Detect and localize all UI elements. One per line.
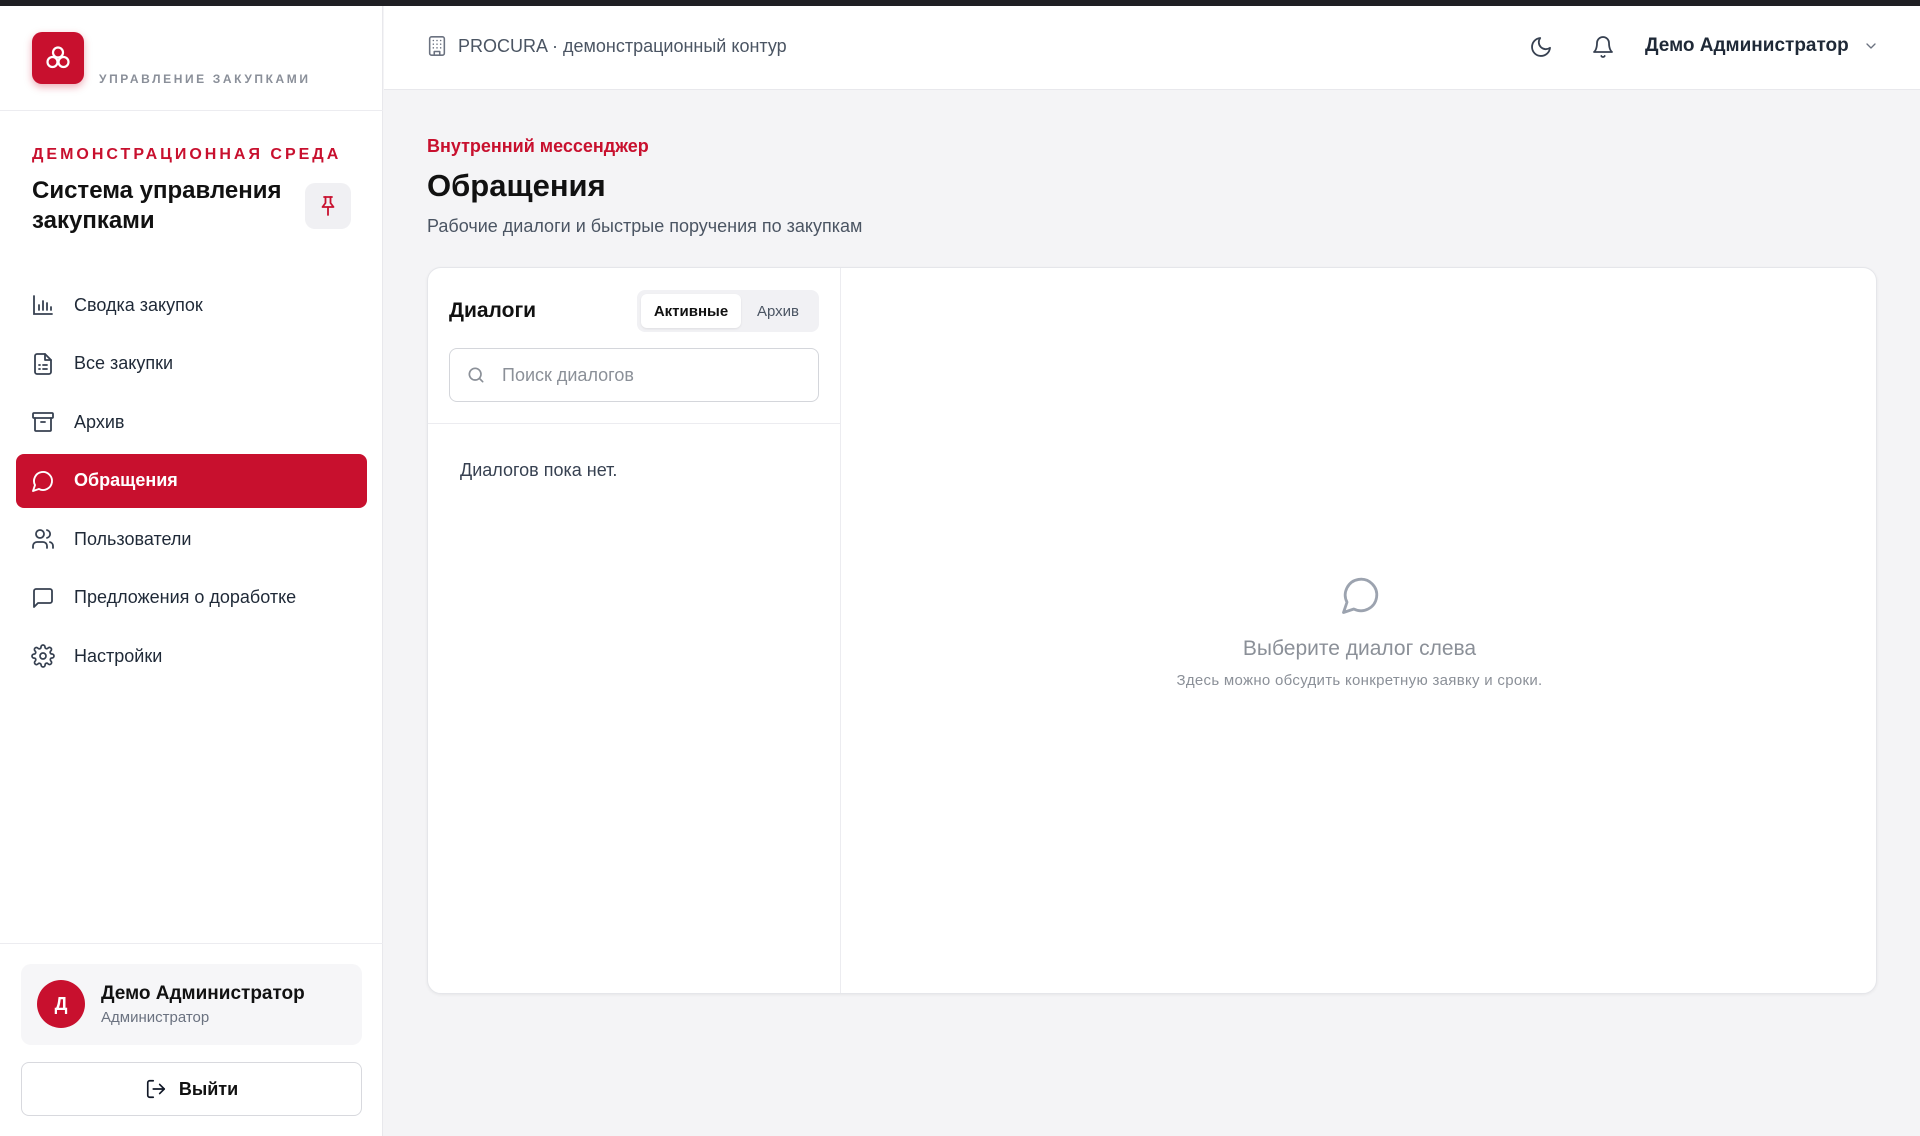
chat-bubble-icon xyxy=(1340,574,1382,616)
empty-state-title: Выберите диалог слева xyxy=(1242,637,1477,660)
sidebar-item-label: Обращения xyxy=(74,470,178,490)
sidebar-item-label: Настройки xyxy=(74,645,163,666)
tab-archive[interactable]: Архив xyxy=(741,294,815,328)
sidebar-item-settings[interactable]: Настройки xyxy=(16,629,367,683)
dialogs-filter-tabs: Активные Архив xyxy=(637,290,819,332)
sidebar-item-archive[interactable]: Архив xyxy=(16,395,367,449)
sidebar: УПРАВЛЕНИЕ ЗАКУПКАМИ ДЕМОНСТРАЦИОННАЯ СР… xyxy=(0,6,383,1136)
chevron-down-icon xyxy=(1863,38,1879,54)
sidebar-footer: Д Демо Администратор Администратор Выйти xyxy=(0,943,383,1136)
empty-state-hint: Здесь можно обсудить конкретную заявку и… xyxy=(1176,672,1543,689)
user-card: Д Демо Администратор Администратор xyxy=(21,964,362,1045)
brand-subtitle: УПРАВЛЕНИЕ ЗАКУПКАМИ xyxy=(99,72,311,86)
page-subtitle: Рабочие диалоги и быстрые поручения по з… xyxy=(427,216,863,236)
building-icon xyxy=(426,35,448,57)
page-title: Обращения xyxy=(427,168,606,203)
context-breadcrumb: PROCURA · демонстрационный контур xyxy=(426,35,787,57)
users-icon xyxy=(30,526,56,552)
environment-label: ДЕМОНСТРАЦИОННАЯ СРЕДА xyxy=(32,146,342,163)
bell-icon xyxy=(1593,36,1613,58)
gear-icon xyxy=(30,643,56,669)
pin-sidebar-button[interactable] xyxy=(305,183,351,229)
document-list-icon xyxy=(30,351,56,377)
archive-icon xyxy=(30,409,56,435)
logout-label: Выйти xyxy=(178,1078,239,1099)
sidebar-item-requests[interactable]: Обращения xyxy=(16,453,367,508)
bar-chart-icon xyxy=(30,292,56,318)
sidebar-item-label: Сводка закупок xyxy=(74,294,203,315)
sidebar-item-label: Пользователи xyxy=(74,528,192,549)
dialogs-title: Диалоги xyxy=(449,299,537,322)
top-header: PROCURA · демонстрационный контур Демо А… xyxy=(384,6,1920,90)
system-title: Система управления закупками xyxy=(32,177,282,234)
sidebar-item-users[interactable]: Пользователи xyxy=(16,512,367,566)
dialogs-column: Диалоги Активные Архив Диалогов пока нет… xyxy=(428,268,841,993)
logout-icon xyxy=(145,1078,167,1100)
context-label: PROCURA · демонстрационный контур xyxy=(458,35,787,56)
pin-icon xyxy=(321,196,335,216)
sidebar-item-procurement-summary[interactable]: Сводка закупок xyxy=(16,278,367,332)
dialogs-empty-text: Диалогов пока нет. xyxy=(460,460,618,480)
sidebar-item-label: Архив xyxy=(74,411,125,432)
message-square-icon xyxy=(30,585,56,611)
chat-bubble-icon xyxy=(30,468,56,494)
search-input[interactable] xyxy=(500,363,800,387)
user-name: Демо Администратор xyxy=(101,983,305,1004)
user-menu[interactable]: Демо Администратор xyxy=(1645,35,1879,57)
theme-toggle-button[interactable] xyxy=(1526,32,1556,62)
sidebar-item-improvement-suggestions[interactable]: Предложения о доработке xyxy=(16,571,367,625)
divider xyxy=(428,423,841,424)
sidebar-item-label: Предложения о доработке xyxy=(74,587,297,607)
dialog-search xyxy=(449,348,819,402)
moon-icon xyxy=(1531,37,1551,57)
sidebar-item-all-procurements[interactable]: Все закупки xyxy=(16,337,367,391)
sidebar-item-label: Все закупки xyxy=(74,353,174,373)
sidebar-nav: Сводка закупок Все закупки Архив Обращен… xyxy=(16,278,367,688)
tab-active[interactable]: Активные xyxy=(641,294,741,328)
user-role: Администратор xyxy=(101,1009,210,1026)
avatar: Д xyxy=(37,980,85,1028)
messenger-panel: Диалоги Активные Архив Диалогов пока нет… xyxy=(427,267,1877,994)
logout-button[interactable]: Выйти xyxy=(21,1062,362,1116)
page-eyebrow: Внутренний мессенджер xyxy=(427,136,649,156)
conversation-area: Выберите диалог слева Здесь можно обсуди… xyxy=(841,268,1876,993)
logo[interactable] xyxy=(32,32,84,84)
search-icon xyxy=(466,365,486,385)
notifications-button[interactable] xyxy=(1588,32,1618,62)
logo-icon xyxy=(46,46,70,69)
brand-area: УПРАВЛЕНИЕ ЗАКУПКАМИ xyxy=(0,6,383,111)
user-menu-name: Демо Администратор xyxy=(1645,35,1849,56)
